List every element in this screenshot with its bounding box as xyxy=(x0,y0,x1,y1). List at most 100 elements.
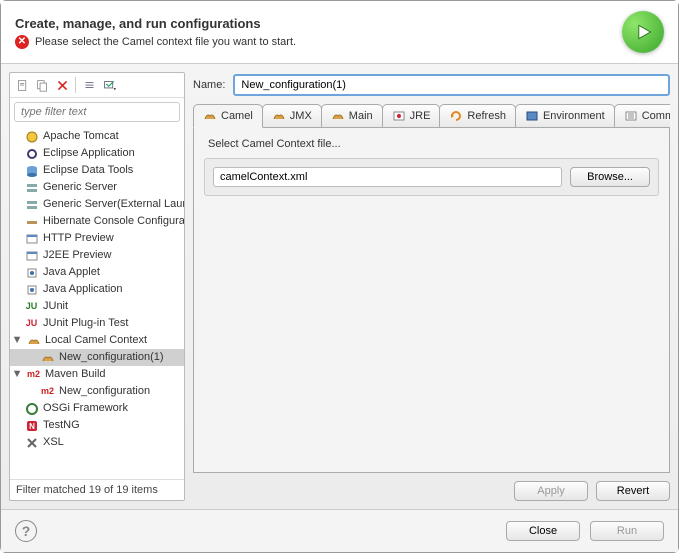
tab-label: Camel xyxy=(221,110,253,122)
run-hero-icon xyxy=(622,11,664,53)
tree-item-label: Java Application xyxy=(43,282,123,297)
dialog-message-text: Please select the Camel context file you… xyxy=(35,36,296,48)
tree-item[interactable]: Apache Tomcat xyxy=(10,128,184,145)
filter-status: Filter matched 19 of 19 items xyxy=(10,479,184,500)
config-sidebar: Apache TomcatEclipse ApplicationEclipse … xyxy=(9,72,185,501)
camel-icon xyxy=(40,350,55,365)
delete-config-button[interactable] xyxy=(53,76,71,94)
tree-item-label: Apache Tomcat xyxy=(43,129,119,144)
tree-item-label: TestNG xyxy=(43,418,80,433)
j2ee-icon xyxy=(24,248,39,263)
tree-item[interactable]: Generic Server xyxy=(10,179,184,196)
junit-plugin-icon: JU xyxy=(24,316,39,331)
tree-item[interactable]: New_configuration(1) xyxy=(10,349,184,366)
revert-button[interactable]: Revert xyxy=(596,481,670,501)
tree-item-label: JUnit Plug-in Test xyxy=(43,316,128,331)
tab-label: Common xyxy=(642,110,670,122)
config-editor: Name: CamelJMXMainJRERefreshEnvironmentC… xyxy=(193,72,670,501)
tab-label: Main xyxy=(349,110,373,122)
tree-item-label: J2EE Preview xyxy=(43,248,111,263)
error-icon: ✕ xyxy=(15,35,29,49)
dialog-title: Create, manage, and run configurations xyxy=(15,16,622,31)
filter-menu-button[interactable] xyxy=(100,76,118,94)
tab-jmx[interactable]: JMX xyxy=(262,104,322,127)
tree-item[interactable]: HTTP Preview xyxy=(10,230,184,247)
close-button[interactable]: Close xyxy=(506,521,580,541)
tab-common[interactable]: Common xyxy=(614,104,670,127)
tree-item-label: Generic Server(External Launch) xyxy=(43,197,184,212)
tree-item[interactable]: ▼Local Camel Context xyxy=(10,332,184,349)
tree-item-label: XSL xyxy=(43,435,64,450)
tree-item[interactable]: XSL xyxy=(10,434,184,451)
tree-item[interactable]: Generic Server(External Launch) xyxy=(10,196,184,213)
tree-toggle-icon[interactable]: ▼ xyxy=(12,370,22,380)
tab-main[interactable]: Main xyxy=(321,104,383,127)
osgi-icon xyxy=(24,401,39,416)
dialog-header: Create, manage, and run configurations ✕… xyxy=(1,1,678,64)
tomcat-icon xyxy=(24,129,39,144)
tab-label: JRE xyxy=(410,110,431,122)
tree-item[interactable]: Eclipse Application xyxy=(10,145,184,162)
dialog-message: ✕ Please select the Camel context file y… xyxy=(15,35,622,49)
env-icon xyxy=(525,109,539,123)
new-config-button[interactable] xyxy=(13,76,31,94)
camel-icon xyxy=(203,109,217,123)
m2-icon: m2 xyxy=(40,384,55,399)
tree-item[interactable]: J2EE Preview xyxy=(10,247,184,264)
jre-icon xyxy=(392,109,406,123)
tab-environment[interactable]: Environment xyxy=(515,104,615,127)
tree-item-label: Java Applet xyxy=(43,265,100,280)
tree-item[interactable]: ▼m2Maven Build xyxy=(10,366,184,383)
hibernate-icon xyxy=(24,214,39,229)
java-icon xyxy=(24,282,39,297)
tree-item[interactable]: JU JUnit xyxy=(10,298,184,315)
tree-item-label: Eclipse Data Tools xyxy=(43,163,133,178)
duplicate-config-button[interactable] xyxy=(33,76,51,94)
tree-item[interactable]: Eclipse Data Tools xyxy=(10,162,184,179)
tab-label: JMX xyxy=(290,110,312,122)
tree-item[interactable]: JU JUnit Plug-in Test xyxy=(10,315,184,332)
camel-icon xyxy=(331,109,345,123)
help-button[interactable]: ? xyxy=(15,520,37,542)
tab-camel[interactable]: Camel xyxy=(193,104,263,128)
tab-refresh[interactable]: Refresh xyxy=(439,104,516,127)
tree-item[interactable]: Java Application xyxy=(10,281,184,298)
config-tree[interactable]: Apache TomcatEclipse ApplicationEclipse … xyxy=(10,126,184,479)
dialog-footer: ? Close Run xyxy=(1,509,678,552)
java-icon xyxy=(24,265,39,280)
camel-icon xyxy=(26,333,41,348)
tree-item[interactable]: OSGi Framework xyxy=(10,400,184,417)
name-input[interactable] xyxy=(233,74,670,96)
tree-item[interactable]: N TestNG xyxy=(10,417,184,434)
refresh-icon xyxy=(449,109,463,123)
tree-item[interactable]: Java Applet xyxy=(10,264,184,281)
tab-jre[interactable]: JRE xyxy=(382,104,441,127)
junit-icon: JU xyxy=(24,299,39,314)
tree-toggle-icon[interactable]: ▼ xyxy=(12,336,22,346)
run-button[interactable]: Run xyxy=(590,521,664,541)
sidebar-toolbar xyxy=(10,73,184,98)
tree-item[interactable]: m2 New_configuration xyxy=(10,383,184,400)
tree-item-label: Hibernate Console Configuration xyxy=(43,214,184,229)
tree-item[interactable]: Hibernate Console Configuration xyxy=(10,213,184,230)
tree-item-label: OSGi Framework xyxy=(43,401,128,416)
tree-item-label: HTTP Preview xyxy=(43,231,114,246)
camel-icon xyxy=(272,109,286,123)
browse-button[interactable]: Browse... xyxy=(570,167,650,187)
server-icon xyxy=(24,197,39,212)
section-label: Select Camel Context file... xyxy=(204,138,659,150)
filter-input[interactable] xyxy=(14,102,180,122)
tree-item-label: New_configuration xyxy=(59,384,150,399)
name-label: Name: xyxy=(193,79,225,91)
datatools-icon xyxy=(24,163,39,178)
context-file-input[interactable] xyxy=(213,167,562,187)
testng-icon: N xyxy=(24,418,39,433)
common-icon xyxy=(624,109,638,123)
tree-item-label: New_configuration(1) xyxy=(59,350,164,365)
config-tabbar: Camel JMX Main JRE Refresh Environment Common xyxy=(193,104,670,127)
tree-item-label: JUnit xyxy=(43,299,68,314)
collapse-all-button[interactable] xyxy=(80,76,98,94)
apply-button[interactable]: Apply xyxy=(514,481,588,501)
tree-item-label: Maven Build xyxy=(45,367,106,382)
tab-label: Environment xyxy=(543,110,605,122)
